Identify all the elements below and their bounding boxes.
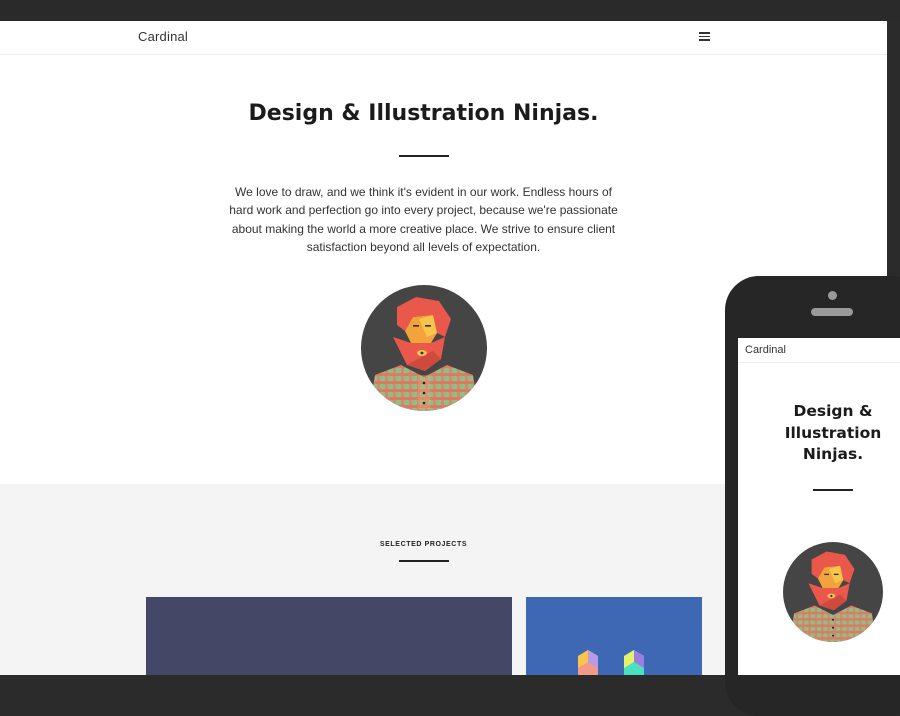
hamburger-menu-icon[interactable] xyxy=(699,32,710,41)
section-divider xyxy=(399,560,449,562)
section-title: SELECTED PROJECTS xyxy=(379,541,468,548)
isometric-letter-icon xyxy=(578,650,644,675)
mobile-hero-title: Design & Illustration Ninjas. xyxy=(784,402,882,463)
bearded-man-avatar-icon xyxy=(783,542,883,642)
site-logo[interactable]: Cardinal xyxy=(138,29,188,44)
bearded-man-avatar-icon xyxy=(361,285,487,411)
hero-title: Design & Illustration Ninjas. xyxy=(248,101,599,126)
project-card[interactable] xyxy=(146,597,512,675)
mobile-site-logo[interactable]: Cardinal xyxy=(745,344,786,356)
hero-description: We love to draw, and we think it's evide… xyxy=(229,185,618,254)
project-card[interactable] xyxy=(526,597,702,675)
speaker-icon xyxy=(811,308,853,316)
mobile-header: Cardinal xyxy=(738,338,900,363)
hero-divider xyxy=(399,155,449,157)
site-header: Cardinal xyxy=(0,21,887,55)
mobile-screen: Cardinal Design & Illustration Ninjas. xyxy=(738,338,900,675)
mobile-hero-divider xyxy=(813,489,853,491)
camera-icon xyxy=(828,291,837,300)
browser-top-bar xyxy=(0,0,900,21)
